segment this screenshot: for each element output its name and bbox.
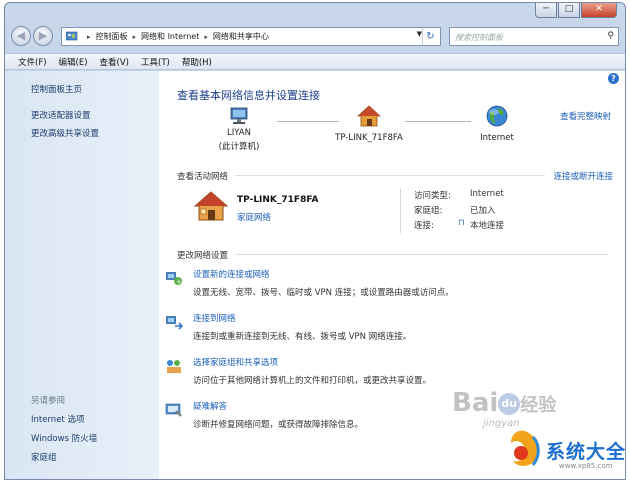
view-full-map-link[interactable]: 查看完整映射: [560, 110, 611, 122]
node-router-label: TP-LINK_71F8FA: [335, 133, 403, 143]
menu-file[interactable]: 文件(F): [18, 56, 47, 68]
address-bar[interactable]: ▸ 控制面板 ▸ 网络和 Internet ▸ 网络和共享中心 ▼ ↻: [61, 27, 441, 46]
task-title[interactable]: 连接到网络: [193, 312, 411, 324]
task-title[interactable]: 疑难解答: [193, 400, 363, 412]
task-homegroup-sharing[interactable]: 选择家庭组和共享选项 访问位于其他网络计算机上的文件和打印机，或更改共享设置。: [167, 356, 432, 386]
see-also-windows-firewall[interactable]: Windows 防火墙: [31, 432, 97, 444]
menu-bar: 文件(F) 编辑(E) 查看(V) 工具(T) 帮助(H): [5, 53, 625, 70]
node-router: TP-LINK_71F8FA: [329, 105, 409, 143]
navigation-row: ◀ ▶ ▸ 控制面板 ▸ 网络和 Internet ▸ 网络和共享中心 ▼ ↻ …: [11, 26, 619, 48]
homegroup-label: 家庭组:: [414, 206, 443, 216]
new-connection-icon: +: [166, 272, 182, 286]
access-type-label: 访问类型:: [414, 191, 451, 201]
task-connect-network[interactable]: 连接到网络 连接到或重新连接到无线、有线、拨号或 VPN 网络连接。: [166, 312, 412, 342]
active-networks-label: 查看活动网络: [177, 172, 229, 182]
node-computer-label: LIYAN: [227, 128, 251, 138]
back-arrow-icon[interactable]: ◀: [11, 26, 31, 46]
breadcrumb-control-panel[interactable]: 控制面板: [96, 31, 128, 42]
maximize-button[interactable]: □: [558, 3, 580, 18]
close-button[interactable]: ✕: [581, 3, 617, 18]
home-network-icon: [193, 191, 229, 221]
house-network-icon: [356, 105, 382, 127]
task-setup-connection[interactable]: + 设置新的连接或网络 设置无线、宽带、拨号、临时或 VPN 连接；或设置路由器…: [166, 268, 454, 298]
menu-tools[interactable]: 工具(T): [141, 56, 170, 68]
sidebar-item-advanced-sharing[interactable]: 更改高级共享设置: [31, 127, 99, 139]
forward-arrow-icon[interactable]: ▶: [33, 26, 53, 46]
node-computer: LIYAN (此计算机): [209, 107, 269, 152]
task-troubleshoot[interactable]: 疑难解答 诊断并修复网络问题，或获得故障排除信息。: [165, 400, 364, 430]
see-also-title: 另请参阅: [31, 396, 66, 406]
connect-disconnect-link[interactable]: 连接或断开连接: [553, 170, 613, 182]
task-description: 诊断并修复网络问题，或获得故障排除信息。: [193, 420, 364, 430]
homegroup-sharing-icon: [167, 360, 181, 373]
jingyan-text: 经验: [520, 395, 557, 416]
task-title[interactable]: 设置新的连接或网络: [193, 268, 454, 280]
see-also-homegroup[interactable]: 家庭组: [31, 451, 57, 463]
network-name: TP-LINK_71F8FA: [237, 195, 319, 205]
refresh-icon[interactable]: ↻: [422, 28, 438, 45]
task-description: 访问位于其他网络计算机上的文件和打印机，或更改共享设置。: [193, 376, 432, 386]
svg-text:+: +: [176, 278, 182, 286]
sidebar: 控制面板主页 更改适配器设置 更改高级共享设置 另请参阅 Internet 选项…: [5, 71, 159, 479]
caption-buttons: ─ □ ✕: [535, 3, 617, 18]
minimize-button[interactable]: ─: [535, 3, 557, 18]
search-icon[interactable]: ⚲: [607, 31, 614, 41]
task-title[interactable]: 选择家庭组和共享选项: [193, 356, 431, 368]
site-logo-icon: [511, 430, 540, 466]
ethernet-icon: ⊓: [458, 218, 465, 228]
local-connection-link[interactable]: 本地连接: [470, 219, 504, 231]
access-type-value: Internet: [470, 189, 504, 199]
baidu-paw-icon: du: [498, 392, 521, 415]
menu-edit[interactable]: 编辑(E): [59, 56, 88, 68]
node-internet-label: Internet: [480, 133, 514, 143]
baidu-text: Bai: [452, 388, 499, 418]
menu-help[interactable]: 帮助(H): [182, 56, 212, 68]
baidu-watermark: Bai du 经验: [452, 388, 556, 418]
globe-icon: [486, 105, 508, 127]
site-name-watermark: 系统大全: [546, 441, 627, 463]
section-divider-2: [235, 254, 609, 255]
node-internet: Internet: [467, 105, 527, 143]
search-input[interactable]: 搜索控制面板 ⚲: [449, 27, 619, 46]
see-also-internet-options[interactable]: Internet 选项: [31, 413, 84, 425]
connect-network-icon: [166, 316, 183, 330]
sidebar-item-adapter-settings[interactable]: 更改适配器设置: [31, 109, 91, 121]
help-icon[interactable]: ?: [608, 73, 619, 84]
site-url-watermark: www.xp85.com: [559, 462, 613, 470]
homegroup-value-link[interactable]: 已加入: [470, 204, 496, 216]
breadcrumb-network-sharing-center[interactable]: 网络和共享中心: [213, 31, 269, 42]
network-type-link[interactable]: 家庭网络: [237, 211, 271, 223]
control-panel-icon: [66, 31, 78, 41]
page-title: 查看基本网络信息并设置连接: [177, 89, 320, 102]
change-settings-label: 更改网络设置: [177, 251, 229, 261]
task-description: 连接到或重新连接到无线、有线、拨号或 VPN 网络连接。: [193, 332, 412, 342]
node-computer-sublabel: (此计算机): [218, 142, 260, 152]
search-placeholder: 搜索控制面板: [455, 33, 503, 42]
troubleshoot-icon: [165, 403, 182, 417]
connections-label: 连接:: [414, 221, 434, 231]
vertical-divider: [400, 189, 401, 233]
section-divider: [235, 175, 545, 176]
task-description: 设置无线、宽带、拨号、临时或 VPN 连接；或设置路由器或访问点。: [193, 288, 454, 298]
map-link-line-2: [405, 121, 471, 122]
breadcrumb-network-internet[interactable]: 网络和 Internet: [141, 31, 199, 42]
computer-icon: [230, 107, 248, 124]
sidebar-item-control-panel-home[interactable]: 控制面板主页: [31, 83, 82, 95]
menu-view[interactable]: 查看(V): [100, 56, 129, 68]
